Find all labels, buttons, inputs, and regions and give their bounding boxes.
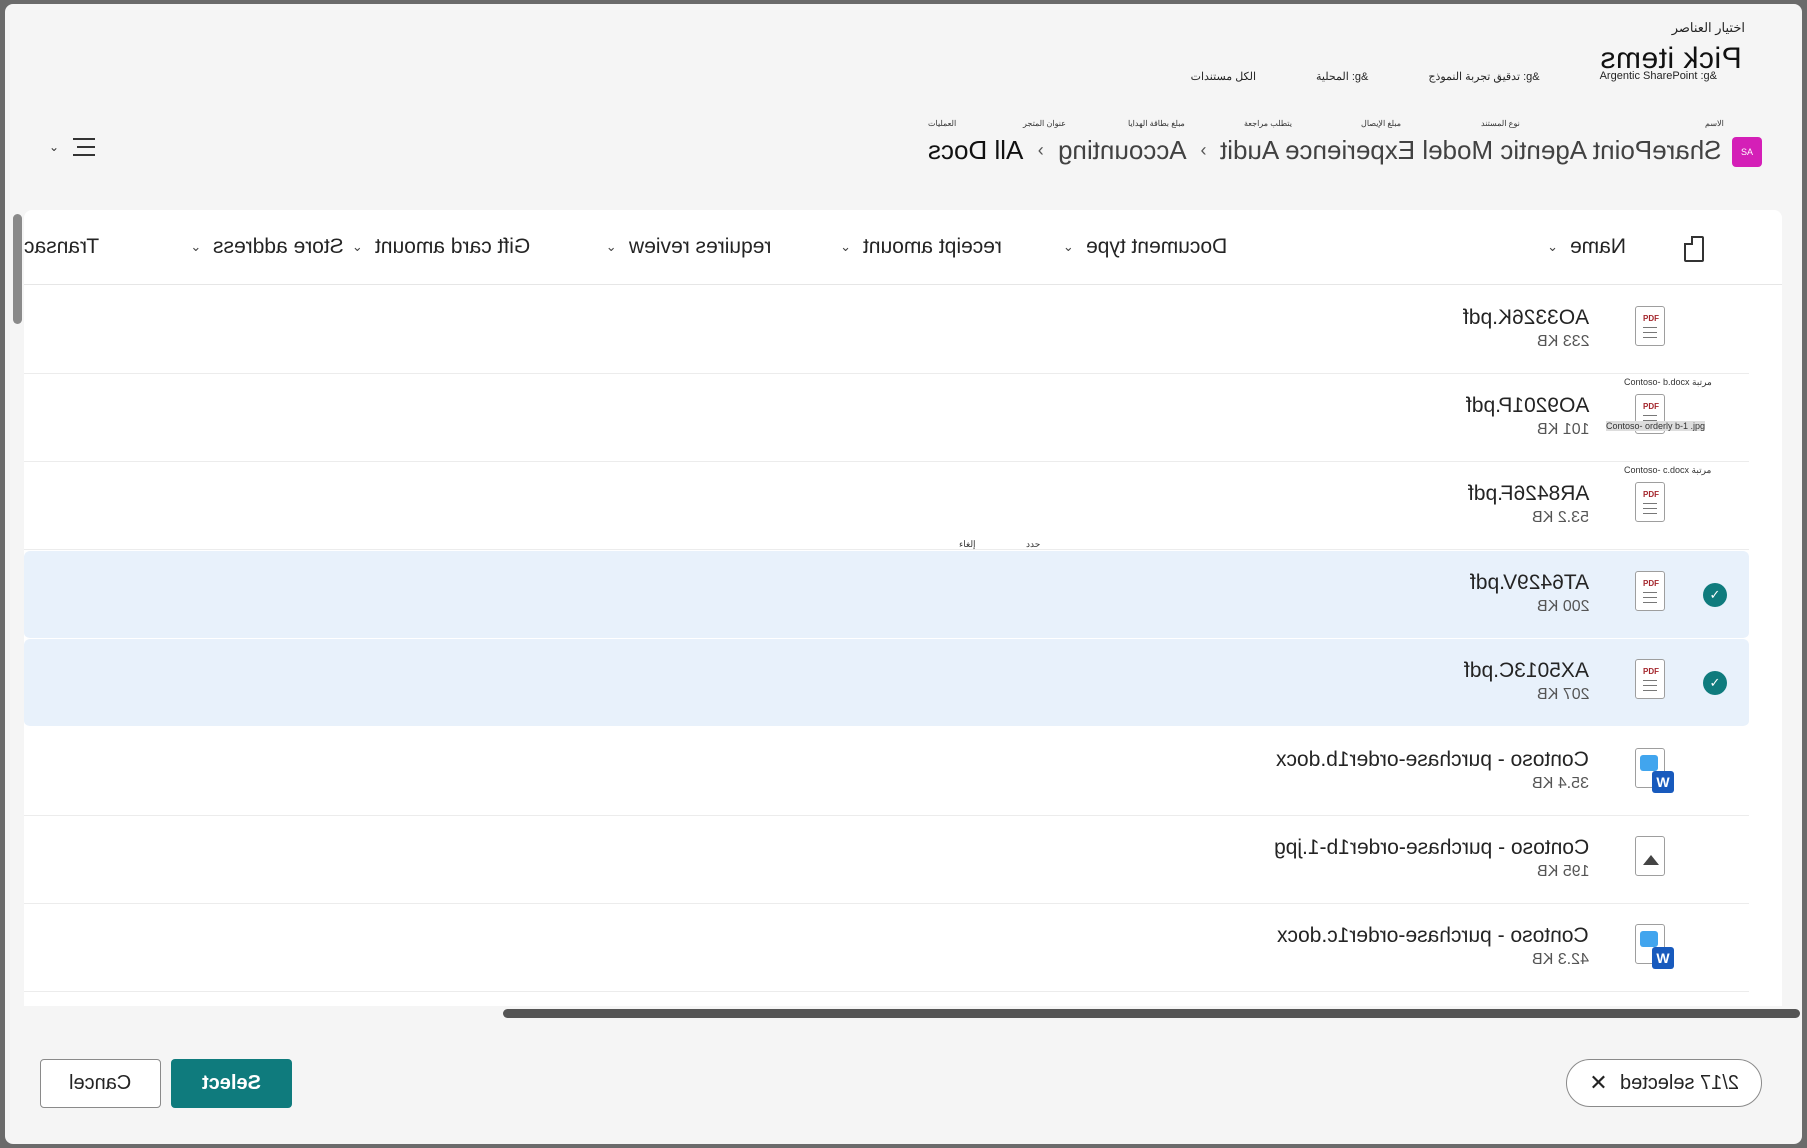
crumb-all-docs-ar[interactable]: الكل مستندات xyxy=(1191,70,1256,83)
chevron-down-icon: ⌄ xyxy=(1547,239,1558,254)
word-document-icon: W xyxy=(1635,748,1674,793)
file-size: 35.4 KB xyxy=(1532,775,1589,792)
pdf-icon: PDF xyxy=(1635,482,1665,522)
list-view-icon xyxy=(69,136,96,158)
chevron-down-icon: ⌄ xyxy=(1062,239,1074,254)
overlay-select-label: حدد xyxy=(1026,539,1041,549)
breadcrumb-all-docs[interactable]: All Docs xyxy=(928,135,1023,166)
site-badge: SA xyxy=(1732,137,1762,167)
file-size: 53.2 KB xyxy=(1532,509,1589,526)
breadcrumb: All Docs ‹ Accounting ‹ SharePoint Agent… xyxy=(928,135,1722,166)
file-name[interactable]: Contoso - purchase-order1c.docx xyxy=(1277,924,1589,948)
file-size: 42.3 KB xyxy=(1532,951,1589,968)
column-name[interactable]: ⌄ Name xyxy=(1547,235,1626,259)
file-name[interactable]: AR8426F.pdf xyxy=(1468,482,1589,506)
crumb-local-ar[interactable]: المحلية :g& xyxy=(1316,70,1368,83)
overlay-cancel-label: إلغاء xyxy=(959,539,976,549)
column-requires-review[interactable]: ⌄ requires review xyxy=(606,235,771,259)
chevron-down-icon: ⌄ xyxy=(840,239,852,254)
pdf-icon: PDF xyxy=(1635,306,1665,346)
table-row[interactable]: W Contoso - purchase-order1b.docx 35.4 K… xyxy=(24,728,1749,816)
pick-items-dialog: اختيار العناصر Pick items الكل مستندات ا… xyxy=(5,4,1802,1144)
breadcrumb-accounting[interactable]: Accounting xyxy=(1058,135,1187,166)
overlay-label: Contoso- orderly b-1 .jpg xyxy=(1606,421,1706,431)
file-size: 101 KB xyxy=(1536,421,1589,438)
ar-header-giftcard: مبلغ بطاقة الهدايا xyxy=(1128,119,1185,128)
horizontal-scrollbar[interactable] xyxy=(503,1009,1800,1018)
select-button[interactable]: Select xyxy=(171,1059,292,1108)
file-name[interactable]: Contoso - purchase-order1b.docx xyxy=(1276,748,1589,772)
chevron-down-icon: ⌄ xyxy=(190,239,202,254)
chevron-down-icon: ⌄ xyxy=(351,239,363,254)
header-crumbs: الكل مستندات المحلية :g& تدقيق تجربة الن… xyxy=(1191,70,1717,83)
overlay-label: Contoso- b.docx مرتبة xyxy=(1624,377,1712,387)
word-document-icon: W xyxy=(1635,924,1674,969)
pdf-icon: PDF xyxy=(1635,571,1665,611)
arabic-title: اختيار العناصر xyxy=(1671,20,1745,35)
file-name[interactable]: AX5013C.pdf xyxy=(1464,659,1589,683)
crumb-audit-ar[interactable]: تدقيق تجربة النموذج :g& xyxy=(1428,70,1539,83)
ar-header-doctype: نوع المستند xyxy=(1481,119,1520,128)
table-row-selected[interactable]: ✓ PDF AX5013C.pdf 207 KB xyxy=(24,639,1749,727)
table-row[interactable]: W Contoso - purchase-order1c.docx 42.3 K… xyxy=(24,904,1749,992)
ar-header-transactions: العمليات xyxy=(928,119,957,128)
table-row[interactable]: PDF AR8426F.pdf 53.2 KB xyxy=(24,462,1749,550)
table-row[interactable]: Contoso - purchase-order1b-1.jpg 195 KB xyxy=(24,816,1749,904)
column-transactions[interactable]: Transac xyxy=(24,235,99,259)
table-header: ⌄ Name ⌄ Document type ⌄ receipt amount ⌄ re… xyxy=(24,210,1782,285)
chevron-left-icon: ‹ xyxy=(1200,140,1207,160)
file-name[interactable]: AO9201P.pdf xyxy=(1466,394,1589,418)
view-options-button[interactable]: ⌄ xyxy=(49,136,96,158)
breadcrumb-site[interactable]: SharePoint Agentic Model Experience Audi… xyxy=(1220,135,1722,166)
vertical-scrollbar[interactable] xyxy=(13,214,22,324)
file-name[interactable]: AO3326K.pdf xyxy=(1463,306,1589,330)
table-row[interactable]: PDF AO9201P.pdf 101 KB xyxy=(24,374,1749,462)
checkmark-icon[interactable]: ✓ xyxy=(1703,671,1727,695)
chevron-down-icon: ⌄ xyxy=(605,239,617,254)
pdf-icon: PDF xyxy=(1635,659,1665,699)
ar-header-store: عنوان المتجر xyxy=(1023,119,1066,128)
crumb-site[interactable]: Argentic SharePoint :g& xyxy=(1600,70,1717,83)
selected-count-pill[interactable]: ✕ 2/17 selected xyxy=(1566,1059,1762,1107)
checkmark-icon[interactable]: ✓ xyxy=(1703,583,1727,607)
image-file-icon xyxy=(1635,836,1665,876)
column-store-address[interactable]: ⌄ Store address xyxy=(190,235,344,259)
file-size: 233 KB xyxy=(1536,333,1589,350)
column-gift-card-amount[interactable]: ⌄ Gift card amount xyxy=(352,235,530,259)
file-table: ⌄ Name ⌄ Document type ⌄ receipt amount ⌄ re… xyxy=(24,210,1782,1006)
chevron-left-icon: ‹ xyxy=(1037,140,1044,160)
file-name[interactable]: Contoso - purchase-order1b-1.jpg xyxy=(1274,836,1589,860)
file-size: 207 KB xyxy=(1536,686,1589,703)
column-receipt-amount[interactable]: ⌄ receipt amount xyxy=(840,235,1002,259)
column-document-type[interactable]: ⌄ Document type xyxy=(1063,235,1227,259)
close-icon[interactable]: ✕ xyxy=(1589,1070,1607,1096)
file-size: 195 KB xyxy=(1536,863,1589,880)
ar-header-receipt: مبلغ الإيصال xyxy=(1361,119,1402,128)
ar-header-name: الاسم xyxy=(1705,119,1724,128)
table-row[interactable]: PDF AO3326K.pdf 233 KB xyxy=(24,286,1749,374)
file-name[interactable]: AT6429V.pdf xyxy=(1470,571,1589,595)
overlay-label: Contoso- c.docx مرتبة xyxy=(1624,465,1712,475)
cancel-button[interactable]: Cancel xyxy=(40,1059,161,1108)
ar-header-review: يتطلب مراجعة xyxy=(1244,119,1292,128)
file-size: 200 KB xyxy=(1536,598,1589,615)
table-row-selected[interactable]: ✓ PDF AT6429V.pdf 200 KB xyxy=(24,551,1749,639)
file-type-column-icon[interactable] xyxy=(1684,236,1704,262)
chevron-down-icon: ⌄ xyxy=(49,140,60,154)
